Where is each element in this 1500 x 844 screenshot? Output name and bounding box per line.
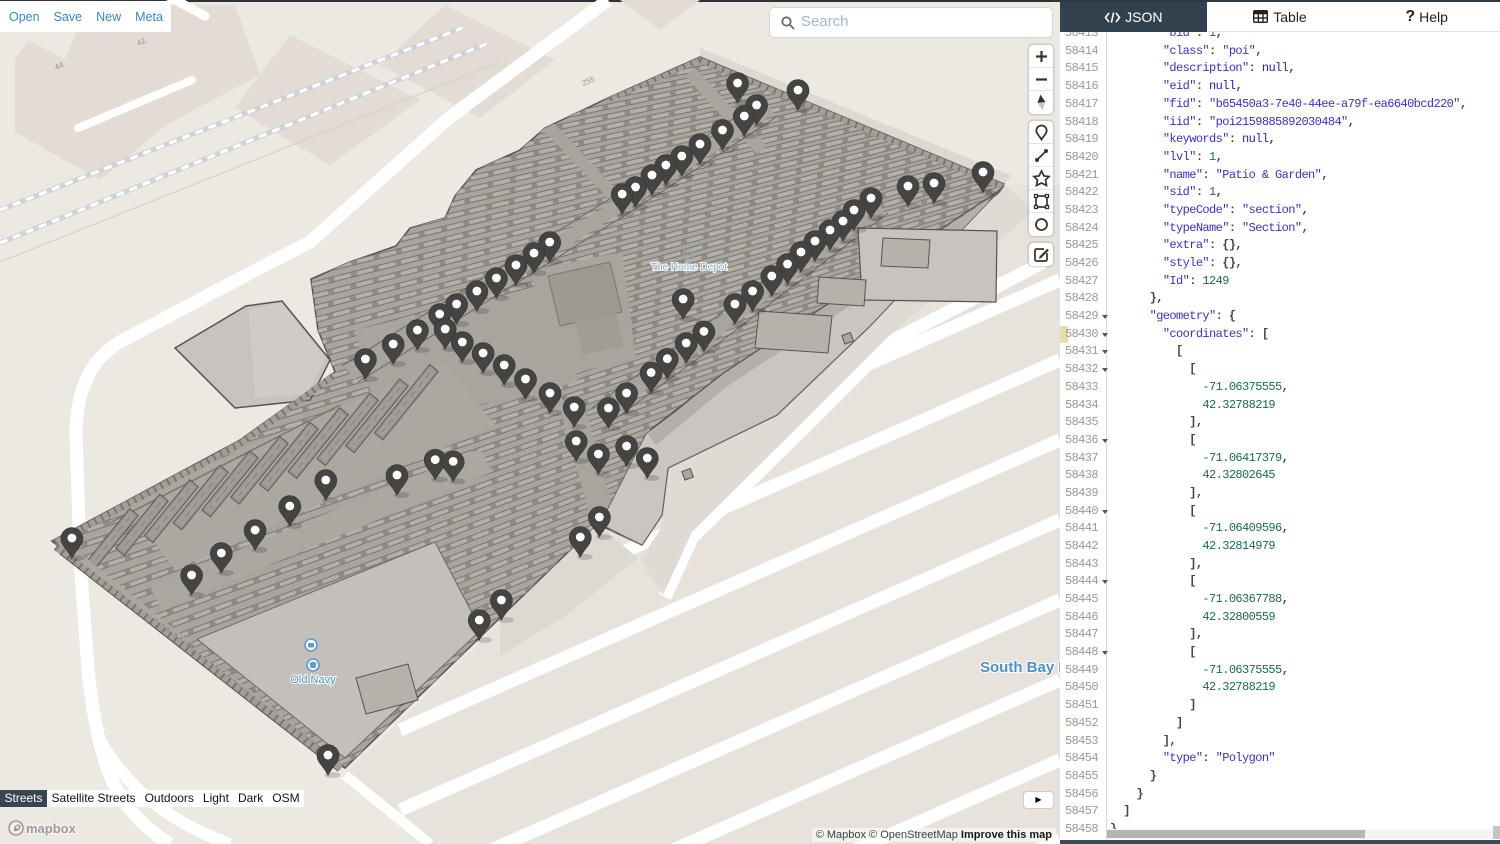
- svg-text:The Home Depot: The Home Depot: [651, 262, 727, 273]
- svg-text:South Bay M: South Bay M: [980, 659, 1060, 676]
- svg-text:Old Navy: Old Navy: [290, 674, 336, 686]
- svg-text:mapbox: mapbox: [26, 821, 77, 836]
